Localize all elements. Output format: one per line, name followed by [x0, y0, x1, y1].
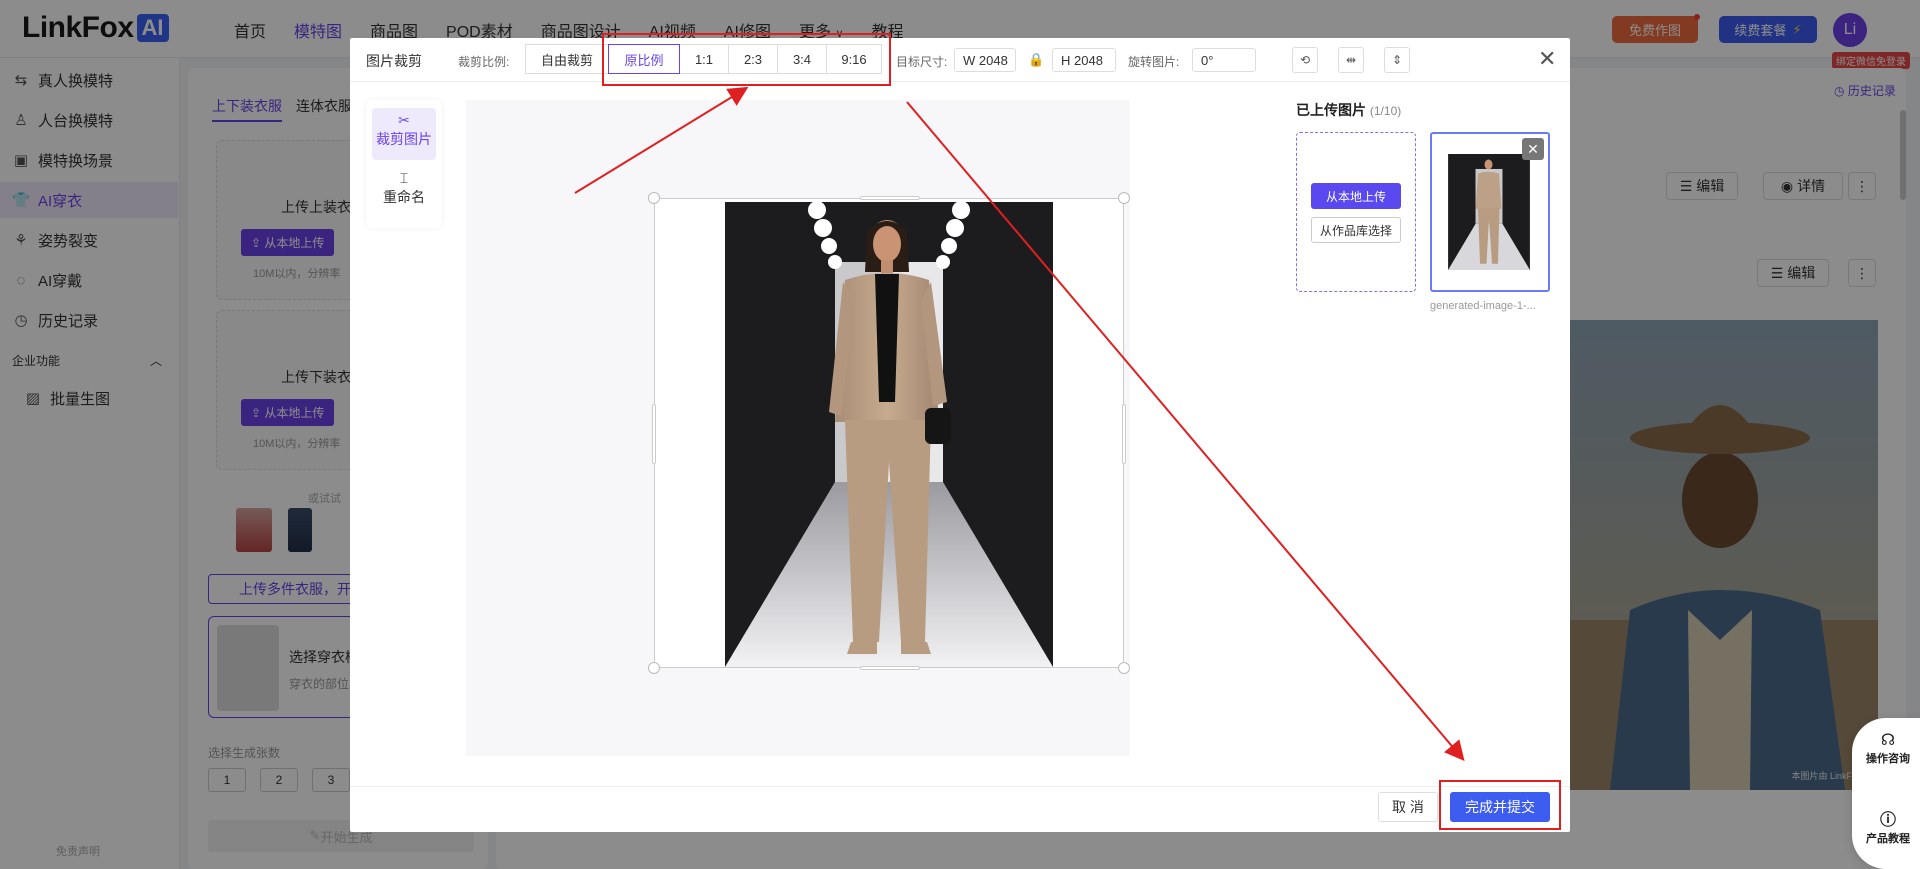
height-input[interactable]: H 2048 [1052, 48, 1116, 72]
rotate-input[interactable]: 0° [1192, 48, 1256, 72]
tool-panel: ✂ 裁剪图片 ⌶ 重命名 [366, 100, 442, 228]
crop-handle-tr[interactable] [1118, 192, 1130, 204]
rotate-label: 旋转图片: [1128, 55, 1180, 69]
uploaded-count: (1/10) [1369, 104, 1402, 118]
upload-library-button[interactable]: 从作品库选择 [1311, 217, 1401, 243]
thumbnail-image [1448, 154, 1530, 270]
runway-photo [725, 202, 1053, 667]
crop-frame[interactable] [648, 192, 1130, 674]
upload-dropzone[interactable]: 从本地上传 从作品库选择 [1296, 132, 1416, 292]
uploaded-thumbnail[interactable]: ✕ [1430, 132, 1550, 292]
crop-modal: 图片裁剪 裁剪比例: 自由裁剪 原比例 1:1 2:3 3:4 9:16 目标尺… [350, 38, 1570, 832]
flip-horizontal-icon[interactable]: ⇹ [1338, 47, 1364, 73]
crop-handle-tl[interactable] [648, 192, 660, 204]
crop-toolbar: 图片裁剪 裁剪比例: 自由裁剪 原比例 1:1 2:3 3:4 9:16 目标尺… [350, 38, 1570, 82]
help-consult-label: 操作咨询 [1866, 753, 1910, 765]
runway-photo-graphic [725, 202, 1053, 667]
ratio-original[interactable]: 原比例 [608, 44, 680, 74]
rename-icon: ⌶ [399, 170, 409, 186]
headset-icon: ☊ [1880, 732, 1896, 749]
rename-tool-button[interactable]: ⌶ 重命名 [372, 166, 436, 218]
scissors-icon: ✂ [398, 112, 410, 128]
flip-vertical-icon[interactable]: ⇕ [1384, 47, 1410, 73]
question-icon: ⓘ [1879, 812, 1896, 829]
crop-handle-top[interactable] [860, 196, 920, 200]
help-float: ☊ 操作咨询 ⓘ 产品教程 [1852, 718, 1920, 869]
crop-tool-label: 裁剪图片 [376, 131, 432, 147]
close-icon[interactable]: ✕ [1538, 48, 1556, 70]
crop-handle-right[interactable] [1122, 404, 1126, 464]
width-input[interactable]: W 2048 [954, 48, 1016, 72]
size-label: 目标尺寸: [896, 55, 948, 69]
crop-handle-br[interactable] [1118, 662, 1130, 674]
crop-tool-button[interactable]: ✂ 裁剪图片 [372, 108, 436, 160]
crop-handle-left[interactable] [652, 404, 656, 464]
modal-title: 图片裁剪 [366, 53, 422, 69]
annotation-box-submit [1439, 780, 1561, 830]
ratio-free[interactable]: 自由裁剪 [525, 44, 609, 74]
crop-canvas [466, 100, 1130, 756]
lock-icon[interactable]: 🔒 [1028, 52, 1044, 68]
tutorial-button[interactable]: ⓘ 产品教程 [1860, 806, 1916, 846]
tutorial-label: 产品教程 [1866, 833, 1910, 845]
remove-icon[interactable]: ✕ [1522, 138, 1544, 160]
cancel-button[interactable]: 取 消 [1378, 792, 1438, 822]
rotate-icon[interactable]: ⟲ [1292, 47, 1318, 73]
upload-local-button[interactable]: 从本地上传 [1311, 183, 1401, 209]
ratio-label: 裁剪比例: [458, 55, 510, 69]
uploaded-panel: 已上传图片 (1/10) 从本地上传 从作品库选择 ✕ generated-im… [1280, 82, 1570, 782]
crop-handle-bl[interactable] [648, 662, 660, 674]
crop-handle-bottom[interactable] [860, 666, 920, 670]
help-consult-button[interactable]: ☊ 操作咨询 [1860, 730, 1916, 766]
rename-tool-label: 重命名 [383, 189, 425, 205]
thumbnail-filename: generated-image-1-... [1430, 300, 1536, 312]
uploaded-title: 已上传图片 (1/10) [1296, 100, 1401, 120]
uploaded-title-text: 已上传图片 [1296, 102, 1366, 118]
thumbnail-graphic [1448, 154, 1530, 270]
